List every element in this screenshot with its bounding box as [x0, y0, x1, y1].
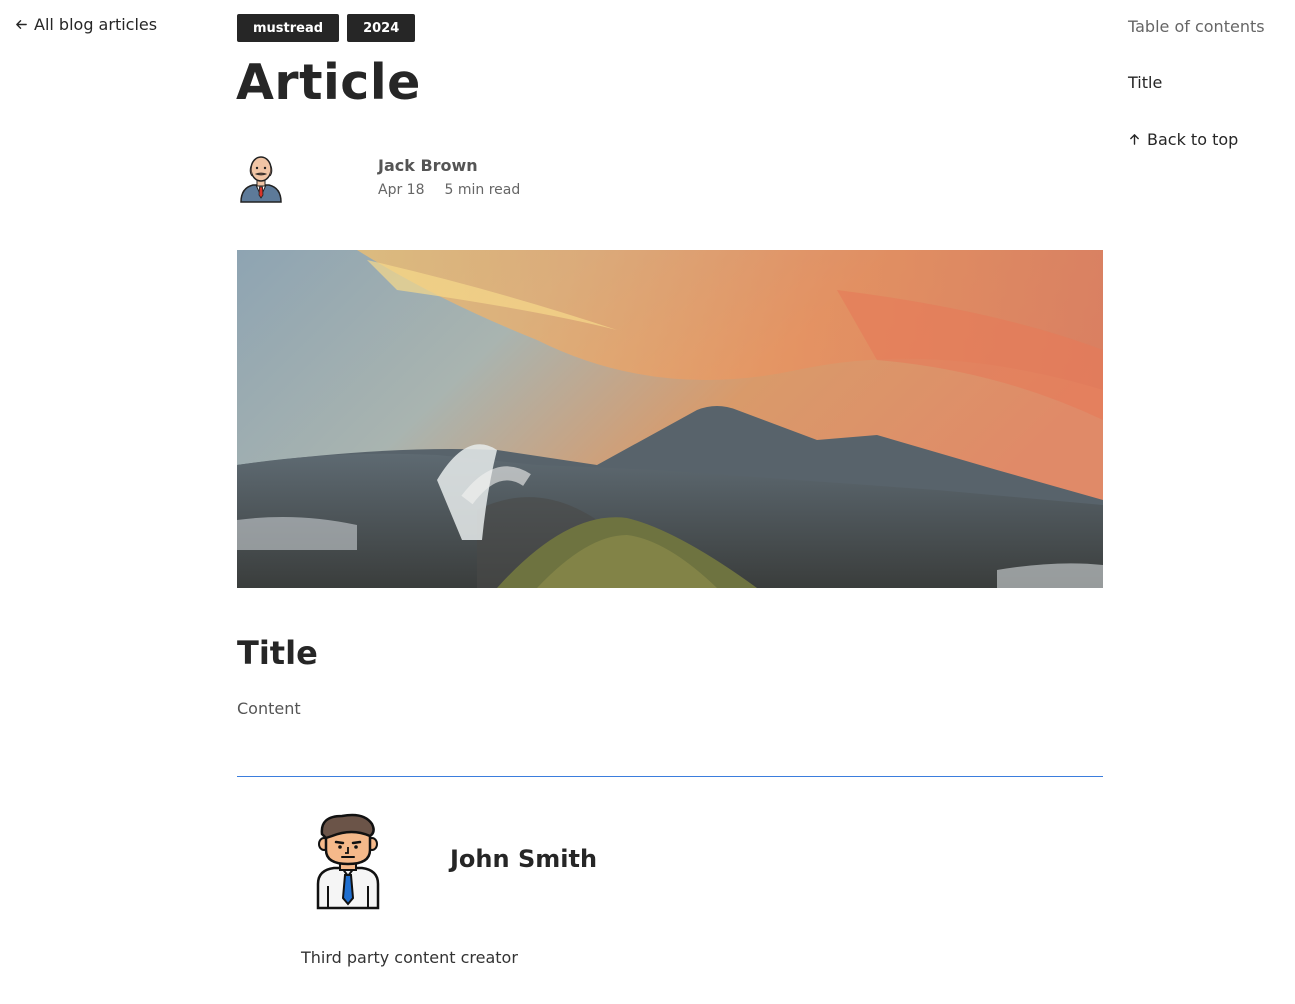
creator-role: Third party content creator: [301, 948, 518, 967]
tag-mustread[interactable]: mustread: [237, 14, 340, 42]
back-to-top-link[interactable]: Back to top: [1128, 130, 1238, 149]
section-title: Title: [237, 634, 318, 672]
back-link-label: All blog articles: [34, 15, 158, 34]
all-blog-articles-link[interactable]: All blog articles: [15, 15, 157, 34]
author-avatar: [240, 156, 282, 203]
article-title: Article: [236, 54, 421, 111]
tag-list: mustread 2024: [237, 14, 416, 42]
divider: [237, 776, 1103, 777]
tag-2024[interactable]: 2024: [347, 14, 416, 42]
blog-article-page: All blog articles mustread 2024 Article …: [0, 0, 1295, 1004]
creator-avatar: [316, 813, 380, 910]
toc-heading: Table of contents: [1128, 17, 1265, 36]
section-content: Content: [237, 699, 301, 718]
read-time: 5 min read: [444, 182, 521, 198]
arrow-left-icon: [16, 20, 27, 29]
creator-name: John Smith: [450, 845, 598, 873]
toc-item-title[interactable]: Title: [1128, 73, 1162, 92]
hero-image: [237, 250, 1103, 588]
arrow-up-icon: [1130, 134, 1139, 145]
author-name: Jack Brown: [378, 156, 478, 175]
publish-date: Apr 18: [378, 182, 425, 198]
back-to-top-label: Back to top: [1147, 130, 1239, 149]
author-meta: Apr 18 5 min read: [378, 182, 520, 198]
